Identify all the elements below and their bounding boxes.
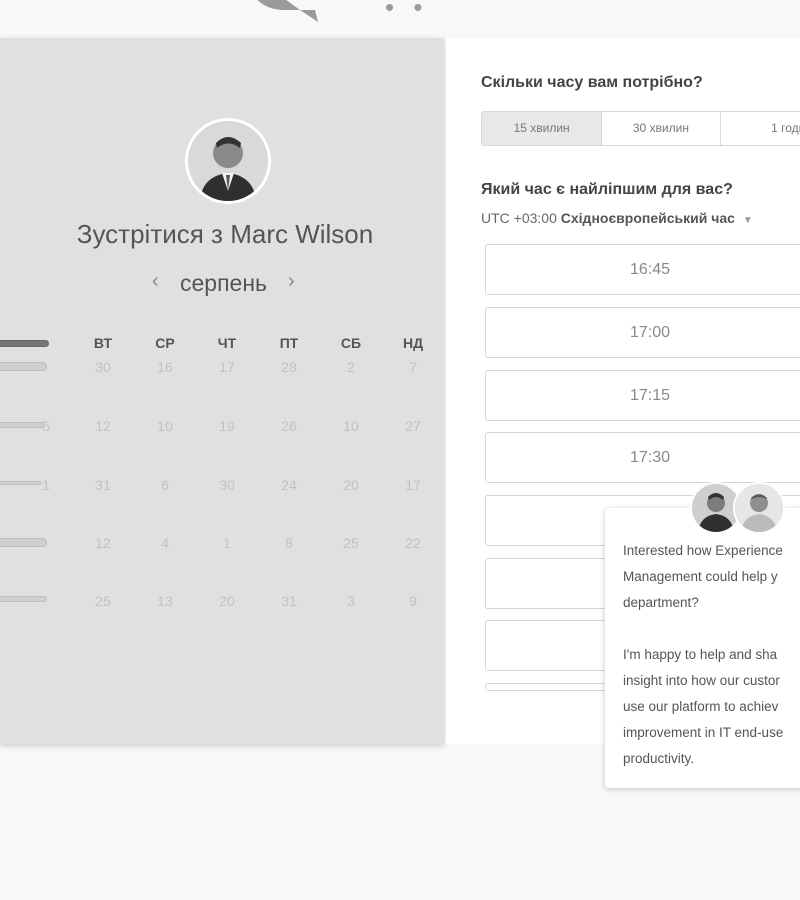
day-cell[interactable]: 2 xyxy=(331,359,371,375)
day-cell[interactable]: 12 xyxy=(83,535,123,551)
day-cell[interactable]: 30 xyxy=(83,359,123,375)
day-cell[interactable]: 28 xyxy=(269,359,309,375)
day-cell[interactable]: 31 xyxy=(269,593,309,609)
day-cell[interactable]: 25 xyxy=(331,535,371,551)
day-cell[interactable]: 7 xyxy=(393,359,433,375)
duration-30-button[interactable]: 30 хвилин xyxy=(602,112,721,145)
time-slot[interactable]: 17:15 xyxy=(485,370,800,421)
day-cell[interactable]: 16 xyxy=(145,359,185,375)
duration-question: Скільки часу вам потрібно? xyxy=(481,74,703,91)
time-question: Який час є найліпшим для вас? xyxy=(481,181,733,198)
day-cell[interactable]: 17 xyxy=(393,477,433,493)
day-strip xyxy=(0,596,47,602)
day-cell[interactable]: 3 xyxy=(331,593,371,609)
chat-agent-avatar xyxy=(733,482,785,534)
calendar-panel: Зустрітися з Marc Wilson ‹ серпень › 5 1… xyxy=(0,38,444,744)
duration-60-button[interactable]: 1 годин xyxy=(721,112,800,145)
weekday-header: ВТ xyxy=(93,335,113,351)
weekday-header: СР xyxy=(155,335,175,351)
day-cell[interactable]: 6 xyxy=(145,477,185,493)
month-label: серпень xyxy=(180,270,268,296)
weekday-header: ЧТ xyxy=(217,335,237,351)
day-strip xyxy=(0,538,47,547)
day-cell[interactable]: 20 xyxy=(207,593,247,609)
time-slot[interactable]: 16:45 xyxy=(485,244,800,295)
time-slot[interactable]: 17:00 xyxy=(485,307,800,358)
day-cell[interactable]: 8 xyxy=(269,535,309,551)
next-month-button[interactable]: › xyxy=(288,270,295,293)
day-cell[interactable]: 17 xyxy=(207,359,247,375)
day-cell[interactable]: 20 xyxy=(331,477,371,493)
meeting-title: Зустрітися з Marc Wilson xyxy=(76,219,374,249)
weekday-header: ПТ xyxy=(279,335,299,351)
logo-fragment: • • xyxy=(385,0,429,22)
day-cell[interactable]: 25 xyxy=(83,593,123,609)
day-cell[interactable]: 31 xyxy=(83,477,123,493)
caret-down-icon: ▼ xyxy=(742,215,753,226)
logo-icon xyxy=(257,0,318,22)
chat-message: Interested how Experience Management cou… xyxy=(623,543,784,766)
host-avatar xyxy=(185,118,271,204)
day-cell[interactable]: 5 xyxy=(26,418,66,434)
day-cell[interactable]: 10 xyxy=(331,418,371,434)
day-cell[interactable]: 24 xyxy=(269,477,309,493)
day-cell[interactable]: 27 xyxy=(393,418,433,434)
timezone-name: Східноєвропейський час xyxy=(560,210,735,226)
day-cell[interactable]: 9 xyxy=(393,593,433,609)
day-cell[interactable]: 1 xyxy=(207,535,247,551)
timezone-selector[interactable]: UTC +03:00 Східноєвропейський час ▼ xyxy=(481,210,753,226)
day-strip xyxy=(0,362,47,371)
day-cell[interactable]: 26 xyxy=(269,418,309,434)
prev-month-button[interactable]: ‹ xyxy=(152,270,159,293)
day-cell[interactable]: 1 xyxy=(26,477,66,493)
chat-popup[interactable]: Interested how Experience Management cou… xyxy=(605,508,800,788)
weekday-header: НД xyxy=(402,335,424,351)
weekday-header: СБ xyxy=(340,335,362,351)
day-cell[interactable]: 12 xyxy=(83,418,123,434)
day-cell[interactable]: 13 xyxy=(145,593,185,609)
month-navigation: ‹ серпень › xyxy=(150,268,310,298)
day-cell[interactable]: 19 xyxy=(207,418,247,434)
day-cell[interactable]: 30 xyxy=(207,477,247,493)
timezone-offset: UTC +03:00 xyxy=(481,210,557,226)
time-slot[interactable]: 17:30 xyxy=(485,432,800,483)
duration-15-button[interactable]: 15 хвилин xyxy=(482,112,603,145)
day-cell[interactable]: 4 xyxy=(145,535,185,551)
day-strip xyxy=(0,340,49,347)
day-cell[interactable]: 10 xyxy=(145,418,185,434)
day-cell[interactable]: 22 xyxy=(393,535,433,551)
duration-selector: 15 хвилин 30 хвилин 1 годин xyxy=(481,111,800,146)
